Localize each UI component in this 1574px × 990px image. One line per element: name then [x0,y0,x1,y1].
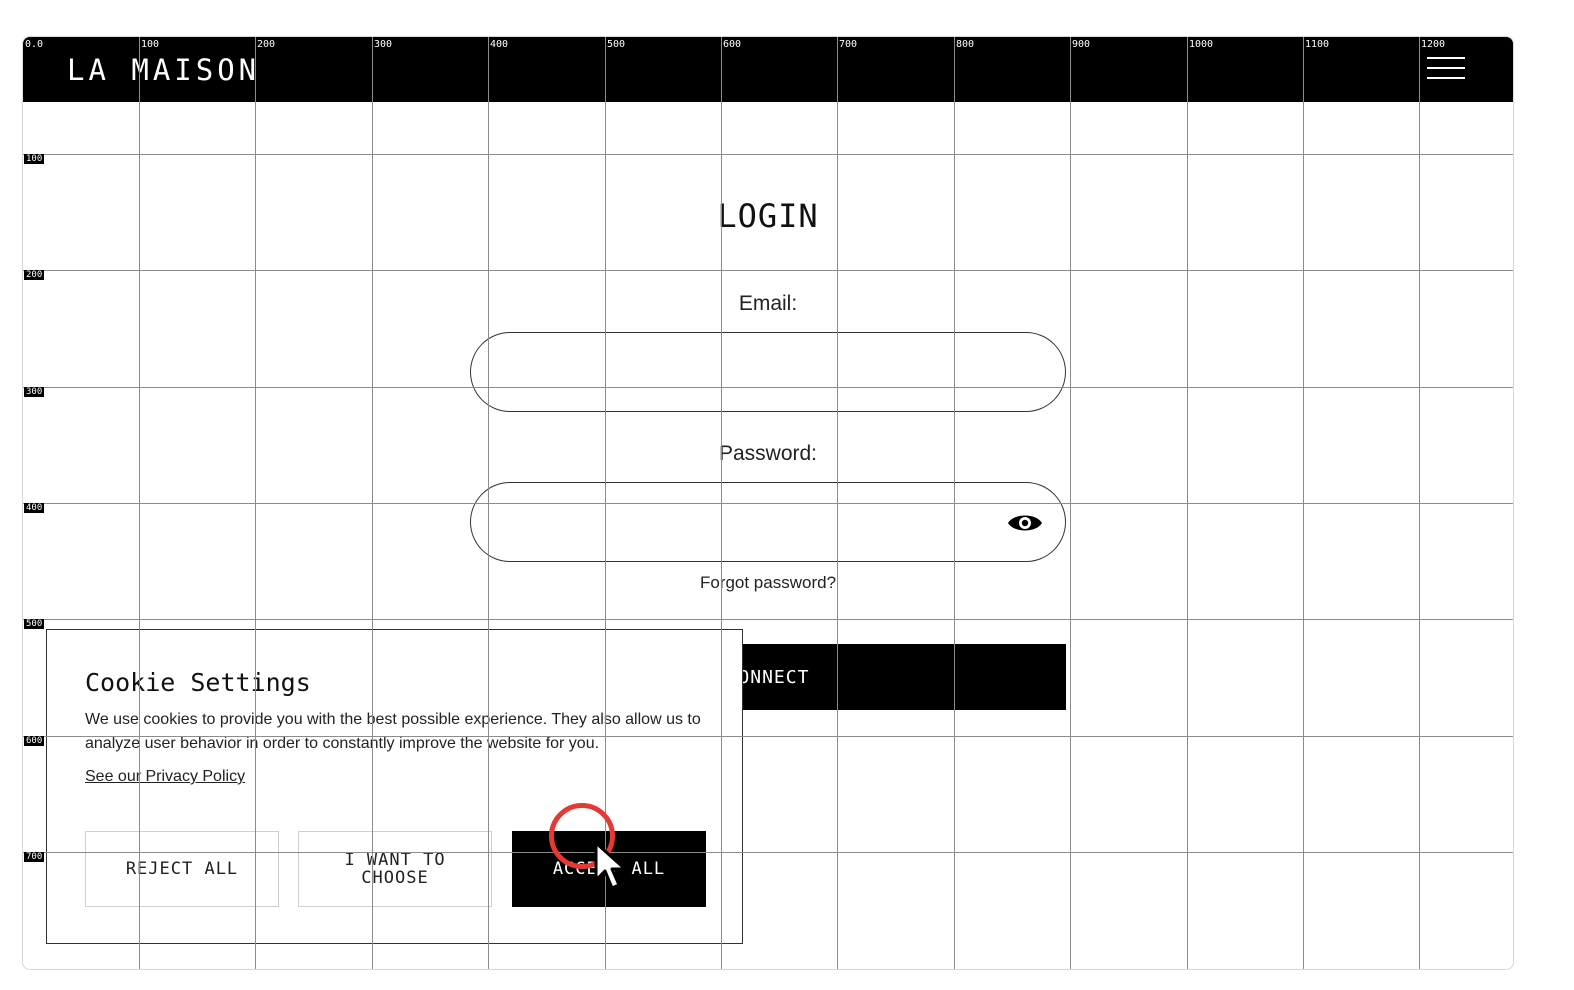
eye-icon[interactable] [1007,511,1043,535]
email-field[interactable] [471,333,1065,411]
grid-y-tick: 400 [24,503,45,513]
cookie-dialog-title: Cookie Settings [85,668,311,697]
password-label: Password: [718,442,818,465]
forgot-password-link[interactable]: Forgot password? [470,573,1066,593]
browser-page: LA MAISON LOGIN Email: Password: Forgot … [22,36,1514,970]
grid-y-tick: 700 [24,852,45,862]
grid-y-tick: 100 [24,154,45,164]
top-navigation-bar: LA MAISON [23,37,1513,102]
reject-all-button[interactable]: REJECT ALL [85,831,279,907]
page-title: LOGIN [717,197,819,235]
privacy-policy-link[interactable]: See our Privacy Policy [85,768,245,786]
password-field-wrapper [470,482,1066,562]
site-logo[interactable]: LA MAISON [67,53,260,87]
email-label: Email: [738,292,798,315]
grid-y-tick: 300 [24,387,45,397]
cookie-settings-dialog: Cookie Settings We use cookies to provid… [46,629,743,944]
cookie-dialog-text: We use cookies to provide you with the b… [85,711,701,752]
grid-y-tick: 200 [24,270,45,280]
grid-y-tick: 500 [24,619,45,629]
password-field[interactable] [471,483,1065,561]
email-field-wrapper [470,332,1066,412]
hamburger-menu-icon[interactable] [1427,57,1465,81]
grid-y-tick: 600 [24,736,45,746]
i-want-to-choose-button[interactable]: I WANT TO CHOOSE [298,831,492,907]
mouse-pointer-icon [594,841,627,890]
